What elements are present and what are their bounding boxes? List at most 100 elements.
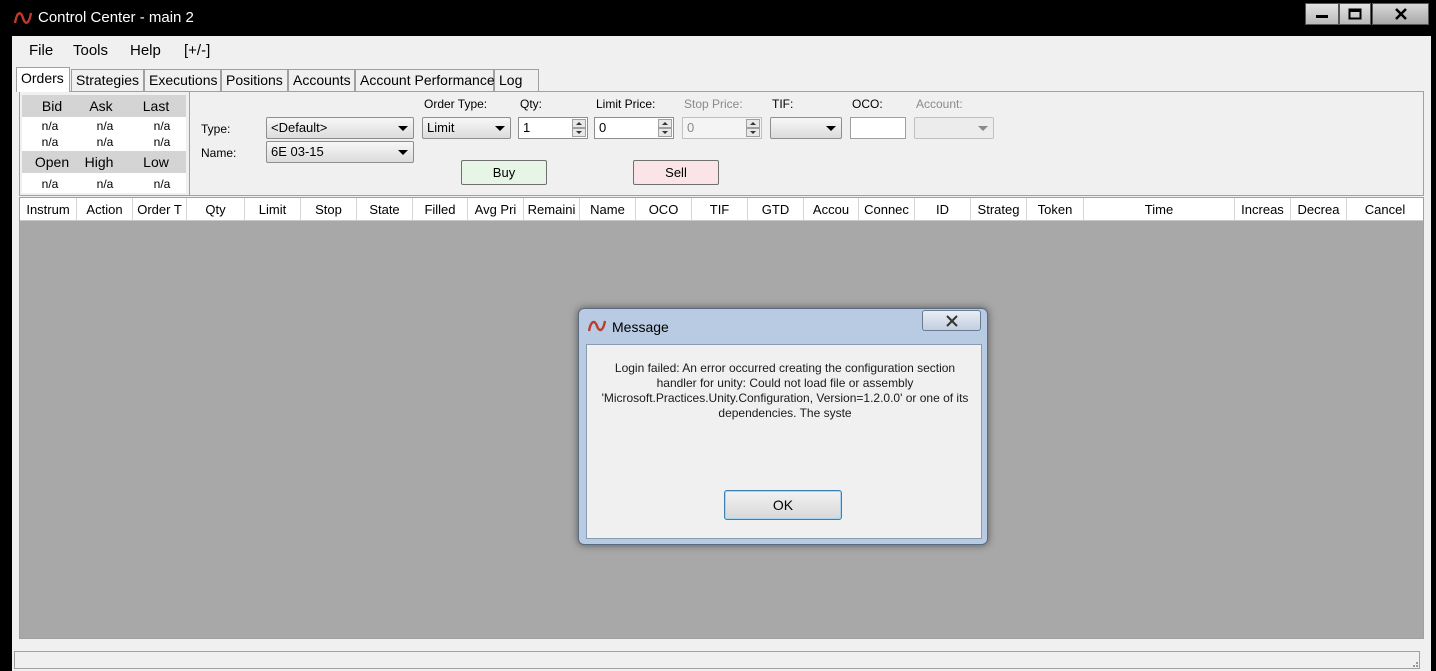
last-size: n/a	[153, 135, 171, 149]
menu-help[interactable]: Help	[130, 42, 161, 59]
stop-price-label: Stop Price:	[684, 97, 743, 111]
high-header: High	[84, 154, 114, 170]
dialog-body: Login failed: An error occurred creating…	[586, 344, 982, 539]
order-type-dropdown[interactable]: Limit	[422, 117, 511, 139]
open-header: Open	[34, 154, 70, 170]
chevron-down-icon	[398, 150, 408, 155]
qty-stepper[interactable]: 1	[518, 117, 588, 139]
last-value: n/a	[153, 119, 171, 133]
col-instrument[interactable]: Instrum	[20, 198, 77, 220]
type-dropdown[interactable]: <Default>	[266, 117, 414, 139]
tab-account-performance[interactable]: Account Performance	[355, 69, 495, 91]
orders-grid-header: Instrum Action Order T Qty Limit Stop St…	[20, 198, 1423, 221]
tif-dropdown[interactable]	[770, 117, 842, 139]
bid-size: n/a	[41, 135, 59, 149]
arrow-down-icon	[662, 131, 668, 134]
col-account[interactable]: Accou	[804, 198, 859, 220]
dialog-close-button[interactable]	[922, 310, 981, 331]
low-value: n/a	[153, 177, 171, 191]
oco-input[interactable]	[850, 117, 906, 139]
qty-down-button[interactable]	[572, 128, 586, 137]
limit-price-value: 0	[599, 120, 607, 135]
menu-file[interactable]: File	[29, 42, 53, 59]
chevron-down-icon	[398, 126, 408, 131]
type-value: <Default>	[271, 120, 328, 135]
dialog-title: Message	[612, 319, 669, 335]
high-value: n/a	[96, 177, 114, 191]
order-type-label: Order Type:	[424, 97, 488, 111]
stop-price-down-button	[746, 128, 760, 137]
limit-price-down-button[interactable]	[658, 128, 672, 137]
resize-grip-icon[interactable]	[1409, 658, 1419, 668]
menu-expand-toggle[interactable]: [+/-]	[184, 42, 210, 59]
col-time[interactable]: Time	[1084, 198, 1235, 220]
chevron-down-icon	[495, 126, 505, 131]
col-state[interactable]: State	[357, 198, 413, 220]
menu-tools[interactable]: Tools	[73, 42, 108, 59]
account-label: Account:	[916, 97, 963, 111]
col-limit[interactable]: Limit	[245, 198, 301, 220]
tif-label: TIF:	[772, 97, 794, 111]
col-id[interactable]: ID	[915, 198, 971, 220]
col-stop[interactable]: Stop	[301, 198, 357, 220]
col-filled[interactable]: Filled	[413, 198, 468, 220]
tab-positions[interactable]: Positions	[221, 69, 288, 91]
app-logo-icon	[14, 12, 32, 24]
tab-executions[interactable]: Executions	[144, 69, 221, 91]
last-header: Last	[142, 98, 170, 114]
chevron-down-icon	[826, 126, 836, 131]
ask-size: n/a	[96, 135, 114, 149]
close-button[interactable]	[1372, 3, 1429, 25]
close-icon	[1394, 8, 1407, 20]
ask-value: n/a	[96, 119, 114, 133]
col-order-type[interactable]: Order T	[133, 198, 187, 220]
col-decrease[interactable]: Decrea	[1291, 198, 1347, 220]
instrument-name-dropdown[interactable]: 6E 03-15	[266, 141, 414, 163]
minimize-button[interactable]	[1305, 3, 1339, 25]
tab-accounts[interactable]: Accounts	[288, 69, 355, 91]
maximize-button[interactable]	[1339, 3, 1371, 25]
message-dialog: Message Login failed: An error occurred …	[578, 308, 988, 545]
col-name[interactable]: Name	[580, 198, 636, 220]
open-value: n/a	[41, 177, 59, 191]
name-value: 6E 03-15	[271, 144, 324, 159]
col-tif[interactable]: TIF	[692, 198, 748, 220]
tab-strategies[interactable]: Strategies	[71, 69, 144, 91]
tab-log[interactable]: Log	[494, 69, 539, 91]
col-connection[interactable]: Connec	[859, 198, 915, 220]
stop-price-value: 0	[687, 120, 695, 135]
bid-value: n/a	[41, 119, 59, 133]
col-increase[interactable]: Increas	[1235, 198, 1291, 220]
qty-value: 1	[523, 120, 531, 135]
title-bar: Control Center - main 2	[0, 0, 1436, 36]
qty-label: Qty:	[520, 97, 543, 111]
status-bar	[14, 651, 1420, 669]
window-title: Control Center - main 2	[38, 9, 194, 26]
col-action[interactable]: Action	[77, 198, 133, 220]
limit-price-up-button[interactable]	[658, 119, 672, 128]
stop-price-stepper: 0	[682, 117, 762, 139]
col-remaining[interactable]: Remaini	[524, 198, 580, 220]
col-token[interactable]: Token	[1027, 198, 1084, 220]
order-type-value: Limit	[427, 120, 455, 135]
name-label: Name:	[201, 146, 237, 160]
account-dropdown	[914, 117, 994, 139]
col-cancel[interactable]: Cancel	[1347, 198, 1423, 220]
col-qty[interactable]: Qty	[187, 198, 245, 220]
limit-price-stepper[interactable]: 0	[594, 117, 674, 139]
col-oco[interactable]: OCO	[636, 198, 692, 220]
col-gtd[interactable]: GTD	[748, 198, 804, 220]
sell-button[interactable]: Sell	[633, 160, 719, 185]
quote-header-row: Bid Ask Last	[22, 95, 186, 117]
stop-price-up-button	[746, 119, 760, 128]
qty-up-button[interactable]	[572, 119, 586, 128]
col-avg-price[interactable]: Avg Pri	[468, 198, 524, 220]
ok-button[interactable]: OK	[724, 490, 842, 520]
tab-orders[interactable]: Orders	[16, 67, 70, 92]
order-form: Type: <Default> Name: 6E 03-15 Order Typ…	[189, 92, 1425, 195]
col-strategy[interactable]: Strateg	[971, 198, 1027, 220]
buy-button[interactable]: Buy	[461, 160, 547, 185]
market-quote-box: Bid Ask Last n/a n/a n/a n/a n/a n/a Ope…	[22, 95, 186, 193]
arrow-up-icon	[750, 122, 756, 125]
arrow-down-icon	[750, 131, 756, 134]
